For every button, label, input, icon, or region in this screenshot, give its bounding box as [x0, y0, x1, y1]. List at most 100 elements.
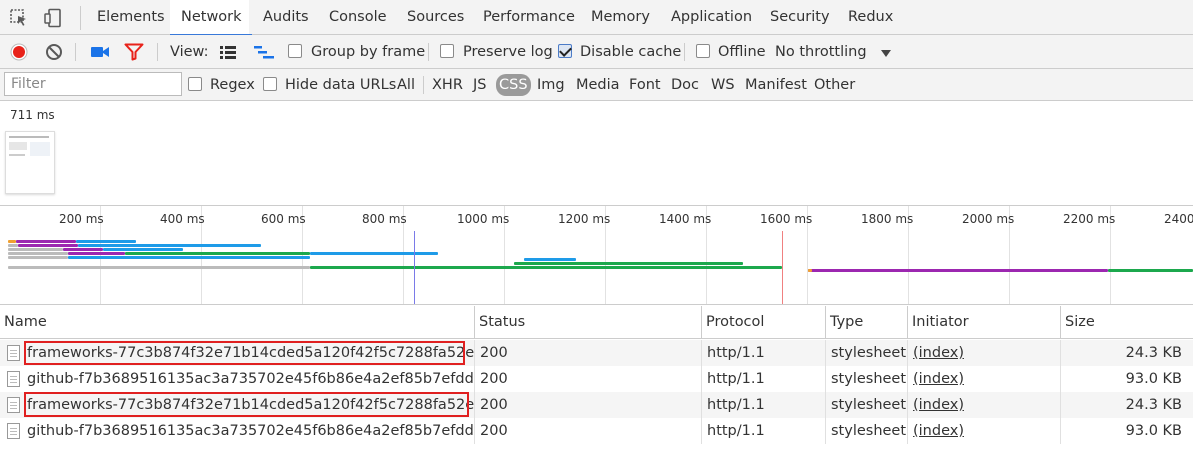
filter-separator — [423, 76, 424, 94]
inspect-element-icon[interactable] — [9, 8, 29, 28]
device-toolbar-icon[interactable] — [43, 8, 63, 28]
stylesheet-file-icon — [7, 371, 20, 387]
hide-data-urls-checkbox[interactable] — [263, 77, 277, 91]
request-name-cell[interactable]: github-f7b3689516135ac3a735702e45f6b86e4… — [0, 418, 475, 444]
tab-console[interactable]: Console — [329, 0, 387, 35]
request-name-cell[interactable]: github-f7b3689516135ac3a735702e45f6b86e4… — [0, 366, 475, 392]
type-filter-manifest[interactable]: Manifest — [742, 74, 810, 96]
type-filter-doc[interactable]: Doc — [668, 74, 702, 96]
initiator-cell: (index) — [908, 366, 1061, 392]
tab-audits[interactable]: Audits — [263, 0, 309, 35]
type-cell: stylesheet — [826, 392, 908, 418]
request-name-cell[interactable]: frameworks-77c3b874f32e71b14cded5a120f42… — [0, 392, 475, 418]
type-filter-font[interactable]: Font — [626, 74, 664, 96]
request-bar — [8, 244, 18, 247]
toolbar-separator — [428, 43, 429, 61]
type-filter-media[interactable]: Media — [573, 74, 623, 96]
table-row[interactable]: github-f7b3689516135ac3a735702e45f6b86e4… — [0, 366, 1193, 392]
capture-screenshots-icon[interactable] — [90, 44, 110, 64]
request-name-cell[interactable]: frameworks-77c3b874f32e71b14cded5a120f42… — [0, 340, 475, 366]
time-tick-label: 2400 — [1164, 212, 1193, 226]
tab-application[interactable]: Application — [671, 0, 752, 35]
column-header-status[interactable]: Status — [475, 306, 702, 339]
table-row[interactable]: github-f7b3689516135ac3a735702e45f6b86e4… — [0, 418, 1193, 444]
stylesheet-file-icon — [7, 345, 20, 361]
table-row[interactable]: frameworks-77c3b874f32e71b14cded5a120f42… — [0, 392, 1193, 418]
request-name[interactable]: frameworks-77c3b874f32e71b14cded5a120f42… — [27, 392, 474, 418]
timeline-overview[interactable]: 200 ms 400 ms 600 ms 800 ms 1000 ms 1200… — [0, 205, 1193, 305]
size-cell: 24.3 KB — [1125, 397, 1182, 413]
tab-performance[interactable]: Performance — [483, 0, 575, 35]
initiator-cell: (index) — [908, 418, 1061, 444]
tab-elements[interactable]: Elements — [97, 0, 165, 35]
disable-cache-label: Disable cache — [580, 44, 682, 60]
large-request-rows-icon[interactable] — [219, 44, 237, 64]
screenshot-time: 711 ms — [10, 108, 55, 122]
type-filter-img[interactable]: Img — [534, 74, 568, 96]
waterfall-overview-icon[interactable] — [253, 44, 275, 64]
toolbar-separator — [684, 43, 685, 61]
record-icon[interactable] — [10, 43, 28, 65]
tab-security[interactable]: Security — [770, 0, 830, 35]
time-tick-label: 1600 ms — [760, 212, 813, 226]
request-name[interactable]: frameworks-77c3b874f32e71b14cded5a120f42… — [27, 340, 474, 366]
initiator-link[interactable]: (index) — [913, 397, 964, 413]
throttling-select[interactable]: No throttling — [775, 35, 867, 69]
tab-memory[interactable]: Memory — [591, 0, 650, 35]
time-tick-label: 1800 ms — [861, 212, 914, 226]
tab-network[interactable]: Network — [170, 0, 252, 36]
disable-cache-checkbox[interactable] — [558, 44, 572, 58]
type-filter-ws[interactable]: WS — [708, 74, 738, 96]
request-bar — [68, 252, 125, 255]
tab-separator — [80, 6, 81, 30]
request-bar — [1108, 269, 1193, 272]
initiator-link[interactable]: (index) — [913, 371, 964, 387]
column-header-name[interactable]: Name — [0, 306, 475, 339]
time-tick-label: 600 ms — [261, 212, 306, 226]
request-bar — [808, 269, 1108, 272]
regex-checkbox[interactable] — [188, 77, 202, 91]
tab-sources[interactable]: Sources — [407, 0, 464, 35]
time-tick-label: 2000 ms — [962, 212, 1015, 226]
request-bar — [310, 252, 438, 255]
request-name[interactable]: github-f7b3689516135ac3a735702e45f6b86e4… — [27, 418, 474, 444]
type-cell: stylesheet — [826, 418, 908, 444]
time-tick-label: 200 ms — [59, 212, 104, 226]
request-bar — [125, 252, 310, 255]
request-bar — [16, 240, 76, 243]
request-name[interactable]: github-f7b3689516135ac3a735702e45f6b86e4… — [27, 366, 474, 392]
table-row[interactable]: frameworks-77c3b874f32e71b14cded5a120f42… — [0, 340, 1193, 366]
type-filter-other[interactable]: Other — [811, 74, 858, 96]
chevron-down-icon[interactable] — [880, 47, 892, 63]
initiator-link[interactable]: (index) — [913, 423, 964, 439]
clear-icon[interactable] — [45, 43, 63, 65]
status-cell: 200 — [475, 418, 702, 444]
column-header-initiator[interactable]: Initiator — [908, 306, 1061, 339]
offline-label: Offline — [718, 44, 766, 60]
offline-checkbox[interactable] — [696, 44, 710, 58]
screenshot-thumbnail[interactable] — [5, 131, 55, 194]
protocol-cell: http/1.1 — [702, 418, 826, 444]
view-label: View: — [170, 44, 209, 60]
type-filter-all[interactable]: All — [394, 74, 418, 96]
request-bar — [808, 269, 812, 272]
filter-icon[interactable] — [124, 43, 144, 65]
column-header-size[interactable]: Size — [1061, 306, 1193, 339]
request-bar — [8, 256, 68, 259]
filter-input[interactable] — [4, 72, 182, 96]
type-filter-xhr[interactable]: XHR — [429, 74, 466, 96]
time-tick-label: 1000 ms — [457, 212, 510, 226]
tab-redux[interactable]: Redux — [848, 0, 893, 35]
filter-bar: Regex Hide data URLs All XHR JS CSS Img … — [0, 69, 1193, 101]
protocol-cell: http/1.1 — [702, 366, 826, 392]
initiator-link[interactable]: (index) — [913, 345, 964, 361]
type-cell: stylesheet — [826, 340, 908, 366]
column-header-type[interactable]: Type — [826, 306, 908, 339]
type-filter-js[interactable]: JS — [470, 74, 489, 96]
time-tick-label: 400 ms — [160, 212, 205, 226]
preserve-log-checkbox[interactable] — [440, 44, 454, 58]
type-filter-css[interactable]: CSS — [496, 74, 531, 96]
group-by-frame-checkbox[interactable] — [288, 44, 302, 58]
column-header-protocol[interactable]: Protocol — [702, 306, 826, 339]
time-tick-label: 1200 ms — [558, 212, 611, 226]
